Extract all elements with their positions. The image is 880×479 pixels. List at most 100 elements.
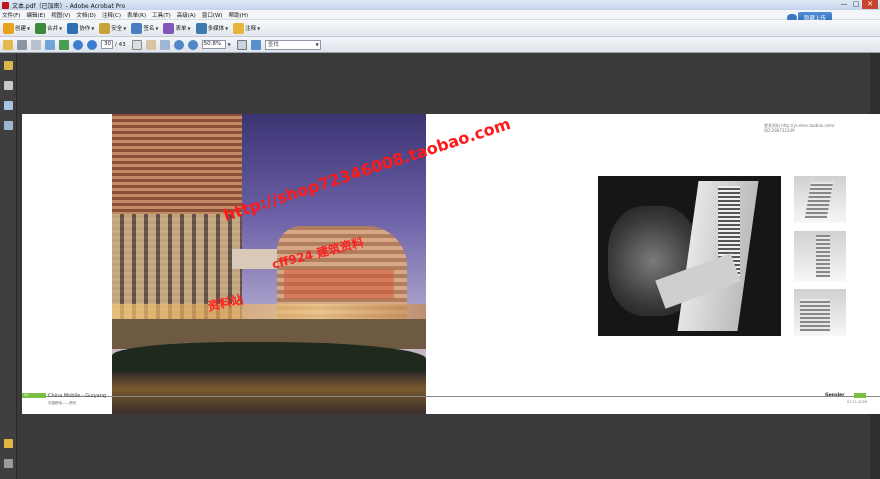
chevron-down-icon: ▼ xyxy=(225,25,229,31)
chevron-down-icon: ▼ xyxy=(59,25,63,31)
footer-green-bar xyxy=(854,393,866,398)
menu-file[interactable]: 文件(F) xyxy=(2,11,20,19)
footer-project-subtitle: 中国移动——贵阳 xyxy=(48,401,76,405)
menu-document[interactable]: 文档(D) xyxy=(76,11,96,19)
footer-rule xyxy=(22,396,880,397)
chevron-down-icon: ▼ xyxy=(27,25,31,31)
combine-button[interactable]: 合并 ▼ xyxy=(35,22,63,34)
model-photo xyxy=(598,176,781,336)
multimedia-icon xyxy=(195,22,207,34)
previous-page-icon[interactable] xyxy=(73,39,83,50)
window-title: 文本.pdf（已加密）- Adobe Acrobat Pro xyxy=(12,2,126,10)
forms-label: 表单 xyxy=(175,26,187,32)
thumbnail-building xyxy=(800,299,830,331)
search-placeholder: 查找 xyxy=(267,41,279,48)
site-info: 更多资料 http://yi-shen.taobao.com/ QQ:28673… xyxy=(764,123,834,133)
menu-window[interactable]: 窗口(W) xyxy=(202,11,223,19)
sign-label: 签名 xyxy=(143,26,155,32)
pdf-page: 更多资料 http://yi-shen.taobao.com/ QQ:28673… xyxy=(22,114,880,414)
pen-icon xyxy=(131,22,143,34)
attach-icon[interactable] xyxy=(59,39,69,50)
attachments-icon[interactable] xyxy=(4,459,13,468)
signatures-icon[interactable] xyxy=(4,121,13,130)
building-lighting xyxy=(284,269,394,299)
task-toolbar: 创建 ▼ 合并 ▼ 协作 ▼ 安全 ▼ 签名 ▼ 表单 ▼ 多媒体 ▼ 注释 ▼ xyxy=(0,20,880,37)
form-icon xyxy=(163,22,175,34)
footer-page-number: 40 xyxy=(22,393,46,398)
window-controls: — □ ✕ xyxy=(838,0,878,10)
chevron-down-icon[interactable]: ▼ xyxy=(316,41,319,49)
combine-label: 合并 xyxy=(47,26,59,32)
collaborate-icon xyxy=(67,22,79,34)
acrobat-icon xyxy=(2,1,9,9)
lock-icon xyxy=(99,22,111,34)
collaborate-label: 协作 xyxy=(79,26,91,32)
lock-icon[interactable] xyxy=(4,61,13,70)
email-icon[interactable] xyxy=(45,39,55,50)
navigation-toolbar: 30 / 43 50.8% ▼ 查找 ▼ xyxy=(0,37,880,53)
forms-button[interactable]: 表单 ▼ xyxy=(163,22,191,34)
thumbnail-building xyxy=(816,235,830,277)
chevron-down-icon: ▼ xyxy=(257,25,261,31)
menu-advanced[interactable]: 高级(A) xyxy=(177,11,196,19)
menu-tools[interactable]: 工具(T) xyxy=(152,11,171,19)
fit-page-icon[interactable] xyxy=(236,39,247,50)
save-icon[interactable] xyxy=(31,39,41,50)
comment-icon xyxy=(233,22,245,34)
maximize-button[interactable]: □ xyxy=(850,0,862,9)
navigation-panel xyxy=(0,53,17,479)
zoom-level-input[interactable]: 50.8% xyxy=(201,40,226,49)
comments-icon[interactable] xyxy=(4,439,13,448)
folder-open-icon[interactable] xyxy=(3,39,13,50)
trees xyxy=(112,342,426,376)
combine-icon xyxy=(35,22,47,34)
site-info-line2: QQ:286732339 xyxy=(764,128,795,133)
secure-button[interactable]: 安全 ▼ xyxy=(99,22,127,34)
close-button[interactable]: ✕ xyxy=(862,0,878,9)
model-thumbnail xyxy=(794,289,846,336)
chevron-down-icon: ▼ xyxy=(187,25,191,31)
chevron-down-icon: ▼ xyxy=(123,25,127,31)
thumbnail-building xyxy=(804,182,834,218)
multimedia-button[interactable]: 多媒体 ▼ xyxy=(195,22,229,34)
page-count: / 43 xyxy=(115,41,126,48)
footer-project-title: China Mobile - Guiyang xyxy=(48,393,107,399)
footer-brand: Gensler xyxy=(825,393,845,398)
zoom-tool-icon[interactable] xyxy=(159,39,170,50)
multimedia-label: 多媒体 xyxy=(207,26,225,32)
menu-view[interactable]: 视图(V) xyxy=(51,11,70,19)
water-reflection xyxy=(112,372,426,414)
model-thumbnail xyxy=(794,176,846,223)
next-page-icon[interactable] xyxy=(87,39,97,50)
menu-bar: 文件(F) 编辑(E) 视图(V) 文档(D) 注释(C) 表单(R) 工具(T… xyxy=(0,10,880,20)
create-label: 创建 xyxy=(15,26,27,32)
comment-button[interactable]: 注释 ▼ xyxy=(233,22,261,34)
secure-label: 安全 xyxy=(111,26,123,32)
select-tool-icon[interactable] xyxy=(131,39,142,50)
zoom-in-icon[interactable] xyxy=(187,39,198,50)
menu-help[interactable]: 帮助(H) xyxy=(229,11,248,19)
create-button[interactable]: 创建 ▼ xyxy=(3,22,31,34)
pages-icon[interactable] xyxy=(4,81,13,90)
chevron-down-icon: ▼ xyxy=(91,25,95,31)
chevron-down-icon: ▼ xyxy=(155,25,159,31)
model-thumbnail xyxy=(794,231,846,281)
comment-label: 注释 xyxy=(245,26,257,32)
menu-edit[interactable]: 编辑(E) xyxy=(26,11,45,19)
hand-tool-icon[interactable] xyxy=(145,39,156,50)
create-icon xyxy=(3,22,14,34)
menu-forms[interactable]: 表单(R) xyxy=(127,11,146,19)
sign-button[interactable]: 签名 ▼ xyxy=(131,22,159,34)
zoom-out-icon[interactable] xyxy=(173,39,184,50)
fit-width-icon[interactable] xyxy=(250,39,261,50)
minimize-button[interactable]: — xyxy=(838,0,850,9)
collaborate-button[interactable]: 协作 ▼ xyxy=(67,22,95,34)
page-number-input[interactable]: 30 xyxy=(101,40,113,49)
title-bar: 文本.pdf（已加密）- Adobe Acrobat Pro — □ ✕ xyxy=(0,0,880,10)
bookmarks-icon[interactable] xyxy=(4,101,13,110)
search-input[interactable]: 查找 ▼ xyxy=(264,39,321,50)
chevron-down-icon[interactable]: ▼ xyxy=(228,42,231,47)
print-icon[interactable] xyxy=(17,39,27,50)
footer-date: 07.11.2009 xyxy=(847,400,868,404)
menu-comments[interactable]: 注释(C) xyxy=(102,11,121,19)
